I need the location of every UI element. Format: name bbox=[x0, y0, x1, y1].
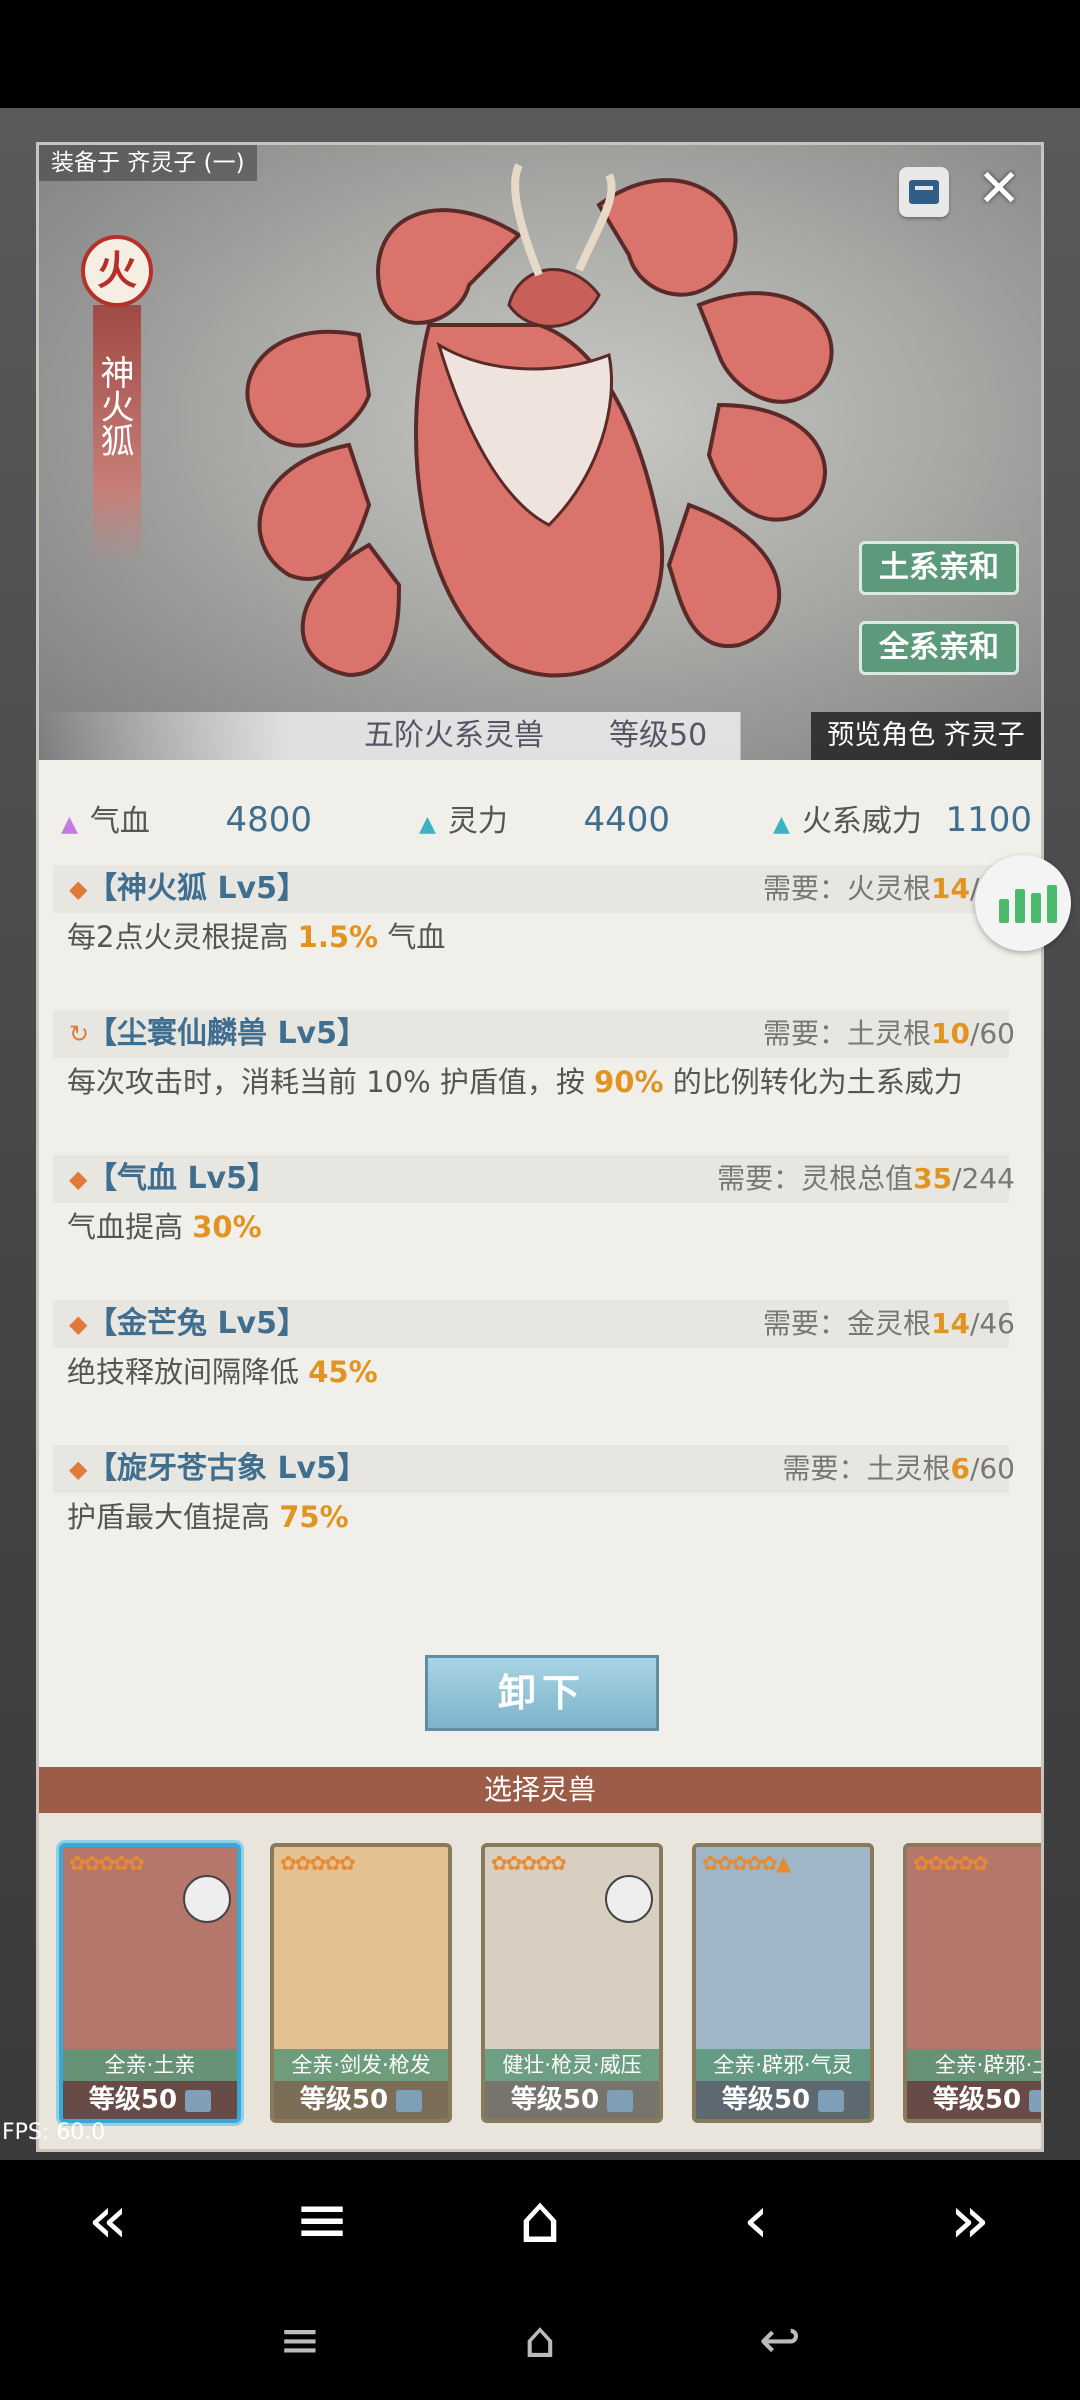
card-tags: 健壮·枪灵·威压 bbox=[485, 2049, 659, 2081]
chest-icon bbox=[185, 2089, 212, 2112]
beast-card[interactable]: ✿✿✿✿✿ 健壮·枪灵·威压 等级50 bbox=[481, 1843, 663, 2123]
skill-description: 绝技释放间隔降低 45% bbox=[67, 1355, 378, 1389]
skill-description: 护盾最大值提高 75% bbox=[67, 1500, 349, 1534]
stats-float-button[interactable] bbox=[975, 855, 1071, 951]
earth-affinity-button[interactable]: 土系亲和 bbox=[859, 541, 1019, 595]
home-icon[interactable]: ⌂ bbox=[480, 2160, 600, 2280]
preview-character: 预览角色 齐灵子 bbox=[811, 712, 1041, 760]
fire-element-badge: 火 bbox=[81, 235, 153, 307]
card-level: 等级50 bbox=[63, 2081, 237, 2119]
mail-icon bbox=[909, 180, 939, 204]
skill-title: 【尘寰仙麟兽 Lv5】 bbox=[87, 1016, 367, 1051]
back-icon[interactable]: ‹ bbox=[696, 2160, 816, 2280]
star-rating: ✿✿✿✿✿▲ bbox=[702, 1851, 791, 1875]
card-tags: 全亲·辟邪·气灵 bbox=[696, 2049, 870, 2081]
unequip-button[interactable]: 卸下 bbox=[425, 1655, 659, 1731]
beast-card[interactable]: ✿✿✿✿✿ 全亲·辟邪·土 等级50 bbox=[903, 1843, 1041, 2123]
first-page-icon[interactable]: « bbox=[48, 2160, 168, 2280]
select-beast-title: 选择灵兽 bbox=[39, 1767, 1041, 1813]
star-rating: ✿✿✿✿✿ bbox=[280, 1851, 356, 1875]
system-nav-bar: ≡ ⌂ ↩ bbox=[0, 2280, 1080, 2400]
chest-icon bbox=[607, 2089, 634, 2112]
card-tags: 全亲·剑发·枪发 bbox=[274, 2049, 448, 2081]
card-tags: 全亲·土亲 bbox=[63, 2049, 237, 2081]
card-level: 等级50 bbox=[485, 2081, 659, 2119]
character-avatar bbox=[605, 1875, 653, 1923]
beast-level: 等级50 bbox=[609, 718, 708, 753]
system-menu-icon[interactable]: ≡ bbox=[240, 2280, 360, 2400]
menu-icon[interactable]: ≡ bbox=[262, 2160, 382, 2280]
skill-description: 每2点火灵根提高 1.5% 气血 bbox=[67, 920, 446, 954]
triangle-icon: ▲ bbox=[419, 812, 436, 837]
skill-requirement: 需要：土灵根10/60 bbox=[762, 1017, 1015, 1050]
skill-description: 气血提高 30% bbox=[67, 1210, 262, 1244]
beast-name: 神火狐 bbox=[94, 355, 134, 457]
skill-description: 每次攻击时，消耗当前 10% 护盾值，按 90% 的比例转化为土系威力 bbox=[67, 1065, 963, 1099]
skill-icon: ◆ bbox=[69, 875, 88, 903]
stats-row: ▲ 气血 4800 ▲ 灵力 4400 ▲ 火系威力 1100 bbox=[39, 790, 1041, 850]
chest-icon bbox=[1029, 2089, 1041, 2112]
beast-card[interactable]: ✿✿✿✿✿ 全亲·土亲 等级50 bbox=[59, 1843, 241, 2123]
skill-title: 【金芒兔 Lv5】 bbox=[87, 1306, 307, 1341]
skill-icon: ◆ bbox=[69, 1455, 88, 1483]
skill-title: 【神火狐 Lv5】 bbox=[87, 871, 307, 906]
stat-hp: ▲ 气血 4800 bbox=[61, 800, 312, 840]
stat-mp: ▲ 灵力 4400 bbox=[419, 800, 670, 840]
beast-artwork: 装备于 齐灵子 (一) ✕ 火 神火狐 土系亲和 全系亲和 五阶火系灵兽 等级5… bbox=[39, 145, 1041, 760]
card-level: 等级50 bbox=[696, 2081, 870, 2119]
beast-card-list[interactable]: ✿✿✿✿✿ 全亲·土亲 等级50 ✿✿✿✿✿ 全亲·剑发·枪发 等级50 ✿✿✿✿✿ 健壮·枪… bbox=[39, 1813, 1041, 2149]
skill-requirement: 需要：灵根总值35/244 bbox=[717, 1162, 1015, 1195]
beast-card[interactable]: ✿✿✿✿✿▲ 全亲·辟邪·气灵 等级50 bbox=[692, 1843, 874, 2123]
card-level: 等级50 bbox=[907, 2081, 1041, 2119]
all-affinity-button[interactable]: 全系亲和 bbox=[859, 621, 1019, 675]
fps-counter: FPS: 60.0 bbox=[2, 2120, 106, 2145]
last-page-icon[interactable]: » bbox=[910, 2160, 1030, 2280]
equipped-to-label: 装备于 齐灵子 (一) bbox=[39, 145, 257, 181]
bar-chart-icon bbox=[999, 899, 1009, 923]
star-rating: ✿✿✿✿✿ bbox=[491, 1851, 567, 1875]
system-back-icon[interactable]: ↩ bbox=[720, 2280, 840, 2400]
skill-requirement: 需要：土灵根6/60 bbox=[782, 1452, 1015, 1485]
stat-fire-power: ▲ 火系威力 1100 bbox=[773, 800, 1032, 840]
game-nav-bar: « ≡ ⌂ ‹ » bbox=[0, 2160, 1080, 2280]
triangle-icon: ▲ bbox=[773, 812, 790, 837]
system-home-icon[interactable]: ⌂ bbox=[480, 2280, 600, 2400]
character-avatar bbox=[183, 1875, 231, 1923]
triangle-icon: ▲ bbox=[61, 812, 78, 837]
chest-icon bbox=[396, 2089, 423, 2112]
star-rating: ✿✿✿✿✿ bbox=[69, 1851, 145, 1875]
card-tags: 全亲·辟邪·土 bbox=[907, 2049, 1041, 2081]
star-rating: ✿✿✿✿✿ bbox=[913, 1851, 989, 1875]
skill-icon: ◆ bbox=[69, 1310, 88, 1338]
mail-button[interactable] bbox=[899, 167, 949, 217]
close-icon[interactable]: ✕ bbox=[973, 163, 1025, 215]
skill-title: 【旋牙苍古象 Lv5】 bbox=[87, 1451, 367, 1486]
beast-rank-info: 五阶火系灵兽 bbox=[364, 718, 544, 753]
skill-title: 【气血 Lv5】 bbox=[87, 1161, 277, 1196]
beast-detail-panel: 装备于 齐灵子 (一) ✕ 火 神火狐 土系亲和 全系亲和 五阶火系灵兽 等级5… bbox=[36, 142, 1044, 2152]
skill-requirement: 需要：金灵根14/46 bbox=[762, 1307, 1015, 1340]
chest-icon bbox=[818, 2089, 845, 2112]
card-level: 等级50 bbox=[274, 2081, 448, 2119]
beast-card[interactable]: ✿✿✿✿✿ 全亲·剑发·枪发 等级50 bbox=[270, 1843, 452, 2123]
skill-icon: ◆ bbox=[69, 1165, 88, 1193]
